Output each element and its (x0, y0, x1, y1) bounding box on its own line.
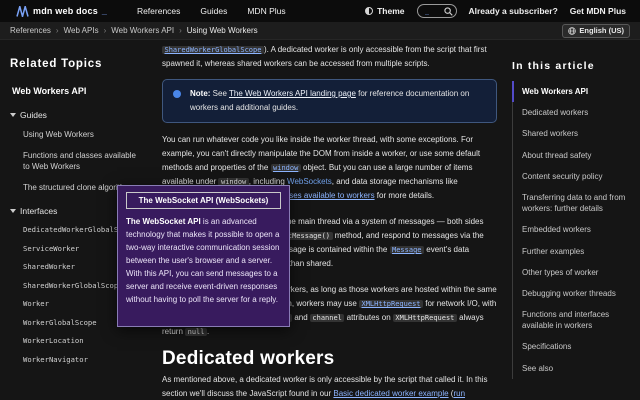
search-box[interactable] (416, 4, 457, 18)
dedicated-workers-heading: Dedicated workers (162, 348, 335, 369)
popup-title: The WebSocket API (WebSockets) (126, 192, 281, 209)
already-subscriber-link[interactable]: Already a subscriber? (469, 6, 558, 16)
toc-item[interactable]: About thread safety (513, 145, 634, 166)
sidebar-section-label: Guides (20, 110, 47, 120)
top-header: mdn web docs _ References Guides MDN Plus … (0, 0, 640, 22)
sidebar-item[interactable]: Using Web Workers (10, 129, 144, 141)
websocket-definition-popup: The WebSocket API (WebSockets) The WebSo… (117, 185, 290, 327)
toc-list: Web Workers API Dedicated workers Shared w… (511, 81, 635, 379)
text-segment: for more details. (374, 191, 435, 200)
breadcrumb-separator: › (103, 26, 107, 35)
breadcrumb-bar: References › Web APIs › Web Workers API › Usin… (0, 22, 640, 40)
text-segment: The WebSocket API (126, 217, 201, 226)
search-icon[interactable] (443, 6, 453, 16)
text-segment: and (292, 313, 310, 322)
text-segment: . (206, 327, 210, 336)
toc-item[interactable]: Transferring data to and from workers: f… (513, 187, 634, 219)
toc-item[interactable]: Embedded workers (513, 219, 634, 240)
toc-item[interactable]: Content security policy (513, 166, 634, 187)
logo-text: mdn web docs (33, 6, 98, 16)
nav-link[interactable]: References (137, 6, 180, 16)
toc-item[interactable]: Web Workers API (511, 81, 635, 103)
text-segment: attributes on (344, 313, 393, 322)
sidebar-section-label: Interfaces (20, 206, 58, 217)
text-segment: See (210, 89, 229, 98)
info-icon (173, 90, 181, 98)
breadcrumb-item[interactable]: References (10, 26, 51, 35)
breadcrumb: References › Web APIs › Web Workers API › Usin… (10, 26, 258, 35)
toc-item[interactable]: Other types of worker (513, 262, 634, 283)
chevron-down-icon (10, 113, 16, 117)
text-segment: is an advanced technology that makes it … (126, 217, 280, 304)
mdn-logo-icon (16, 5, 29, 17)
toc-item[interactable]: See also (513, 358, 634, 379)
chevron-down-icon (10, 209, 16, 214)
theme-toggle[interactable]: Theme (365, 6, 405, 16)
text-segment: null (185, 328, 207, 336)
toc-item[interactable]: Specifications (513, 336, 634, 357)
text-segment: channel (309, 314, 345, 322)
toc-item[interactable]: Further examples (513, 241, 634, 262)
sidebar-item[interactable]: Functions and classes available to Web W… (10, 150, 144, 173)
logo-cursor: _ (101, 6, 107, 16)
language-button[interactable]: English (US) (562, 23, 630, 38)
text-segment: , and data storage mechanisms like (331, 177, 458, 186)
sidebar-item[interactable]: WorkerNavigator (10, 355, 144, 364)
text-segment: XMLHttpRequest (392, 314, 457, 322)
theme-icon (365, 7, 374, 15)
sidebar-title: Related Topics (10, 58, 103, 70)
toc-item[interactable]: Functions and interfaces available in wo… (513, 304, 634, 336)
language-label: English (US) (579, 26, 624, 35)
toc-item[interactable]: Dedicated workers (513, 102, 634, 123)
inline-link[interactable]: Basic dedicated worker example (333, 389, 448, 398)
inline-link[interactable]: The Web Workers API landing page (229, 89, 356, 98)
inline-link[interactable]: window (270, 164, 301, 172)
intro-paragraph: SharedWorkerGlobalScope). A dedicated wo… (162, 43, 497, 71)
note-callout: Note: See The Web Workers API landing pa… (162, 79, 497, 123)
globe-icon (568, 26, 577, 35)
nav-link[interactable]: MDN Plus (247, 6, 285, 16)
sidebar-root-link[interactable]: Web Workers API (12, 86, 144, 96)
text-segment: Note: (190, 89, 211, 98)
nav-link[interactable]: Guides (200, 6, 227, 16)
inline-link[interactable]: XMLHttpRequest (359, 300, 424, 308)
guides-list: Using Web Workers Functions and classes a… (10, 129, 144, 193)
get-mdn-plus-button[interactable]: Get MDN Plus (570, 6, 626, 16)
breadcrumb-separator: › (179, 26, 182, 35)
inline-link[interactable]: Message (389, 246, 425, 254)
breadcrumb-item[interactable]: Web Workers API (111, 26, 174, 35)
toc-item[interactable]: Shared workers (513, 123, 634, 144)
toc-title: In this article (512, 60, 595, 72)
sidebar-item[interactable]: WorkerLocation (10, 336, 144, 345)
paragraph-dedicated: As mentioned above, a dedicated worker i… (162, 373, 497, 400)
in-this-article-sidebar: In this article Web Workers API Dedicated… (511, 40, 635, 379)
search-input[interactable] (424, 6, 441, 16)
text-segment: WebSockets (287, 177, 332, 186)
note-text: Note: See The Web Workers API landing pa… (190, 89, 469, 112)
inline-link[interactable]: SharedWorkerGlobalScope (162, 46, 264, 54)
breadcrumb-separator: › (55, 26, 59, 35)
main-nav: References Guides MDN Plus (137, 6, 286, 16)
toc-item[interactable]: Debugging worker threads (513, 283, 634, 304)
breadcrumb-item[interactable]: Using Web Workers (187, 26, 258, 35)
breadcrumb-item[interactable]: Web APIs (64, 26, 99, 35)
popup-body: The WebSocket API is an advanced technol… (126, 215, 281, 306)
theme-label: Theme (377, 6, 405, 16)
mdn-logo[interactable]: mdn web docs _ (16, 5, 107, 17)
text-segment: method, and respond to messages via the (332, 231, 484, 240)
sidebar-section-guides[interactable]: Guides (10, 110, 144, 120)
